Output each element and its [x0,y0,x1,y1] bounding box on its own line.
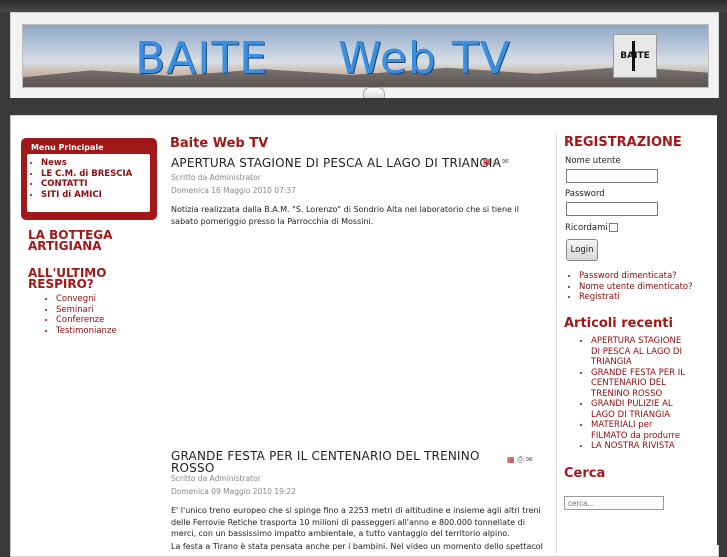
banner-title-part1: BAITE [135,33,268,84]
left-heading-bottega: LA BOTTEGA ARTIGIANA [28,228,113,253]
article-tools: ▦ ⎙ ✉ [483,157,509,167]
left-item-seminari[interactable]: Seminari [56,305,117,316]
left-heading-ultimo-respiro: ALL'ULTIMO RESPIRO? [28,266,107,291]
recent-articles-list: APERTURA STAGIONE DI PESCA AL LAGO DI TR… [565,336,727,452]
password-label: Password [565,189,605,199]
article-title[interactable]: APERTURA STAGIONE DI PESCA AL LAGO DI TR… [171,157,501,169]
left-item-convegni[interactable]: Convegni [56,294,117,305]
article-body: Notizia realizzata dalla B.A.M. "S. Lore… [171,205,519,226]
content-area: Menu Principale News LE C.M. di BRESCIA … [10,115,719,557]
login-links: Password dimenticata? Nome utente diment… [565,271,693,303]
left-list: Convegni Seminari Conferenze Testimonian… [28,294,117,336]
search-heading: Cerca [564,466,606,481]
forgot-username-link[interactable]: Nome utente dimenticato? [579,282,693,293]
article-date: Domenica 09 Maggio 2010 19:22 [171,487,296,496]
menu-item-contatti[interactable]: CONTATTI [41,179,150,190]
recent-article-link[interactable]: LA NOSTRA RIVISTA [591,441,691,452]
article-author: Scritto da Administrator [171,173,261,182]
search-input[interactable] [564,496,664,510]
site-header: BAITE Web TV BAITE [10,12,719,103]
username-label: Nome utente [565,156,621,166]
right-page-margin [717,115,727,545]
left-item-testimonianze[interactable]: Testimonianze [56,326,117,337]
email-icon[interactable]: ✉ [526,455,533,464]
login-button[interactable]: Login [566,239,598,261]
article-body-continued: La festa a Tirano è stata pensata anche … [171,542,543,551]
recent-article-link[interactable]: GRANDI PULIZIE AL LAGO DI TRIANGIA [591,399,691,420]
menu-item-news[interactable]: News [41,158,150,169]
email-icon[interactable]: ✉ [502,157,509,166]
register-link[interactable]: Registrati [579,292,693,303]
article-author: Scritto da Administrator [171,474,261,483]
article-body: E' l'unico treno europeo che si spinge f… [171,506,541,538]
print-icon[interactable]: ⎙ [493,157,499,166]
recent-article-link[interactable]: APERTURA STAGIONE DI PESCA AL LAGO DI TR… [591,336,691,368]
article-tools: ▦ ⎙ ✉ [507,455,533,465]
main-menu: Menu Principale News LE C.M. di BRESCIA … [21,138,157,220]
username-input[interactable] [566,169,658,183]
password-input[interactable] [566,202,658,216]
recent-articles-heading: Articoli recenti [564,316,673,331]
remember-checkbox[interactable] [609,223,618,232]
article-date: Domenica 16 Maggio 2010 07:37 [171,186,296,195]
menu-item-siti-amici[interactable]: SITI di AMICI [41,190,150,201]
forgot-password-link[interactable]: Password dimenticata? [579,271,693,282]
recent-article-link[interactable]: GRANDE FESTA PER IL CENTENARIO DEL TRENI… [591,368,691,400]
logo-text: BAITE [620,51,650,61]
pdf-icon[interactable]: ▦ [507,455,515,464]
banner-title-part2: Web TV [338,33,511,84]
main-menu-list: News LE C.M. di BRESCIA CONTATTI SITI di… [27,154,150,212]
left-item-conferenze[interactable]: Conferenze [56,315,117,326]
main-menu-title: Menu Principale [31,143,104,152]
banner-image: BAITE Web TV BAITE [22,24,709,88]
article-title[interactable]: GRANDE FESTA PER IL CENTENARIO DEL TRENI… [171,450,481,474]
page-title: Baite Web TV [170,136,269,151]
menu-item-cm-brescia[interactable]: LE C.M. di BRESCIA [41,169,150,180]
window-top-border [0,0,727,12]
print-icon[interactable]: ⎙ [517,455,523,464]
baite-logo: BAITE [613,34,657,78]
pdf-icon[interactable]: ▦ [483,157,491,166]
header-gap [0,98,727,115]
login-heading: REGISTRAZIONE [564,135,682,150]
remember-label: Ricordami [565,223,608,233]
recent-article-link[interactable]: MATERIALI per FILMATO da produrre [591,420,691,441]
column-divider [556,134,557,554]
